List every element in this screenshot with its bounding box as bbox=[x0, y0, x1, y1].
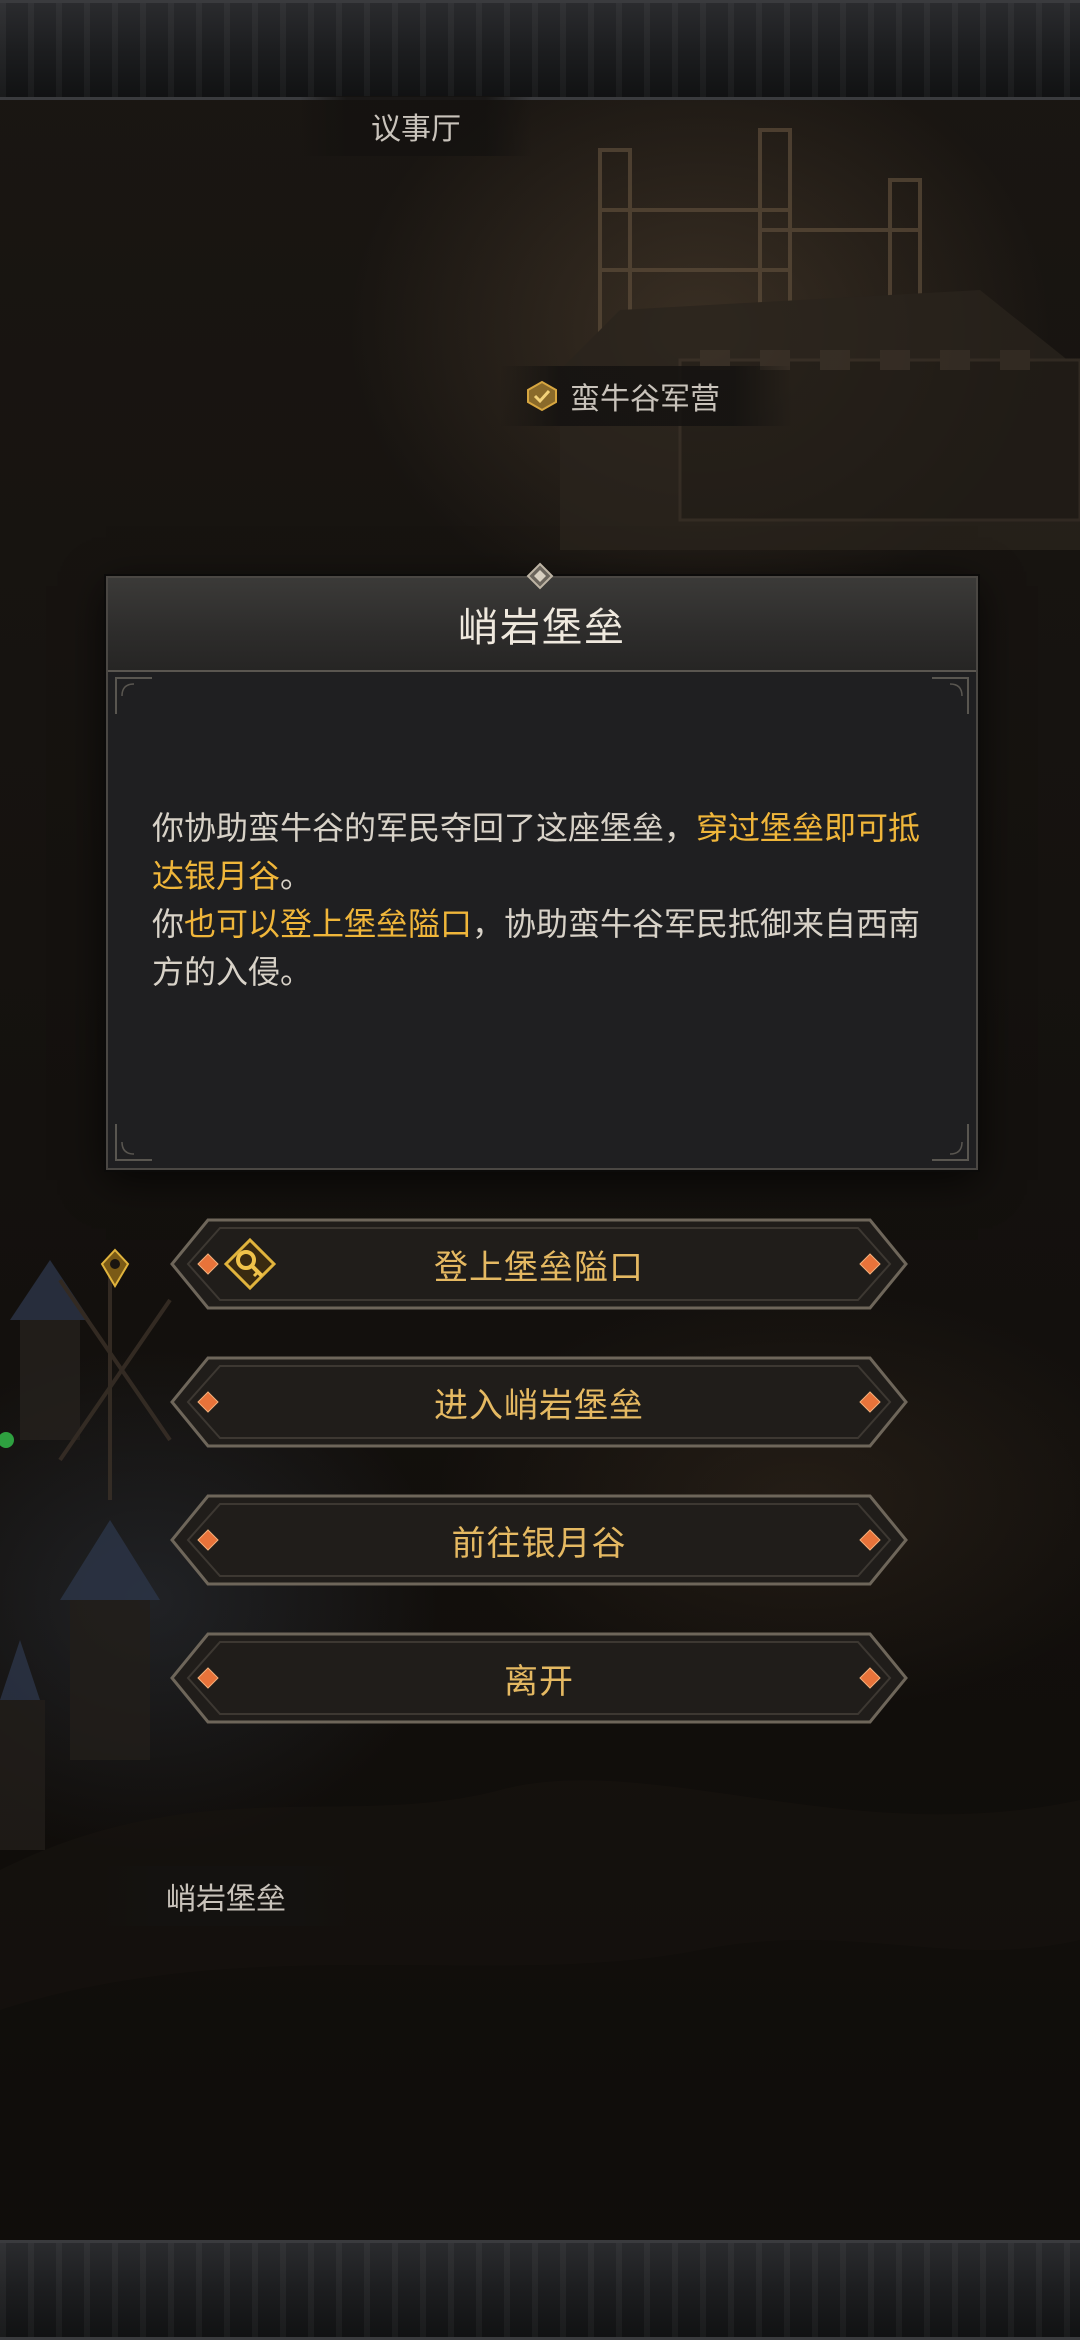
corner-ornament-icon bbox=[932, 677, 969, 714]
dialog-header: 峭岩堡垒 bbox=[108, 578, 976, 672]
header-gem-icon bbox=[526, 562, 554, 590]
corner-ornament-icon bbox=[115, 677, 152, 714]
map-marker-icon bbox=[100, 1248, 130, 1288]
game-screen: 议事厅 蛮牛谷军营 峭岩堡垒 峭岩堡垒 你协助蛮牛谷的军民夺回了这座堡垒，穿过堡… bbox=[0, 0, 1080, 2340]
description-text: 你协助蛮牛谷的军民夺回了这座堡垒， bbox=[152, 809, 697, 847]
go-silvermoon-label: 前往银月谷 bbox=[451, 1523, 627, 1564]
description-text: 。 bbox=[280, 857, 313, 895]
description-text: 你 bbox=[152, 905, 185, 943]
climb-pass-label: 登上堡垒隘口 bbox=[434, 1247, 644, 1288]
enter-fortress-button[interactable]: 进入峭岩堡垒 bbox=[168, 1354, 910, 1450]
camp-label[interactable]: 蛮牛谷军营 bbox=[500, 366, 792, 426]
fortress-scenery bbox=[560, 128, 1080, 550]
hill-scenery bbox=[0, 1780, 1080, 2240]
council-hall-label[interactable]: 议事厅 bbox=[300, 96, 532, 156]
camp-label-text: 蛮牛谷军营 bbox=[570, 382, 720, 417]
corner-ornament-icon bbox=[115, 1124, 152, 1161]
leave-button[interactable]: 离开 bbox=[168, 1630, 910, 1726]
enter-fortress-label: 进入峭岩堡垒 bbox=[434, 1385, 644, 1426]
bottom-ornament-bar bbox=[0, 2240, 1080, 2340]
location-dialog: 峭岩堡垒 你协助蛮牛谷的军民夺回了这座堡垒，穿过堡垒即可抵达银月谷。 你也可以登… bbox=[106, 576, 978, 1170]
go-silvermoon-button[interactable]: 前往银月谷 bbox=[168, 1492, 910, 1588]
corner-ornament-icon bbox=[932, 1124, 969, 1161]
top-ornament-bar bbox=[0, 0, 1080, 100]
dialog-title: 峭岩堡垒 bbox=[458, 605, 626, 651]
fortress-map-label[interactable]: 峭岩堡垒 bbox=[100, 1866, 352, 1926]
dialog-description: 你协助蛮牛谷的军民夺回了这座堡垒，穿过堡垒即可抵达银月谷。 你也可以登上堡垒隘口… bbox=[152, 804, 942, 996]
description-highlight: 也可以登上堡垒隘口 bbox=[184, 905, 473, 943]
check-icon bbox=[527, 380, 557, 412]
climb-pass-button[interactable]: 登上堡垒隘口 bbox=[168, 1216, 910, 1312]
leave-label: 离开 bbox=[504, 1661, 574, 1702]
